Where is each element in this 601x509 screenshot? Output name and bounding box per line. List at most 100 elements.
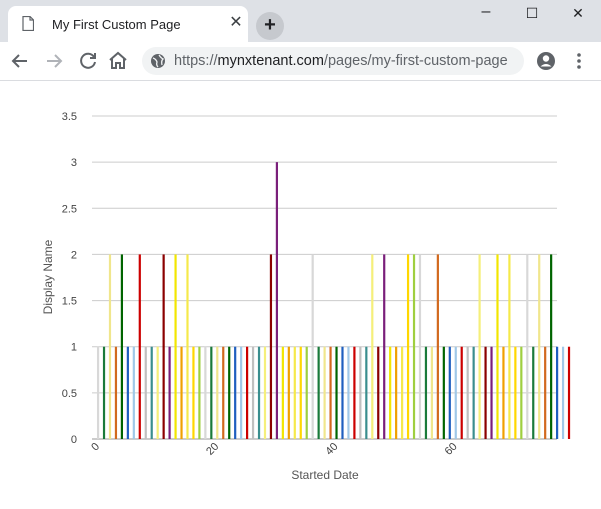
minimize-button[interactable]: – <box>463 0 509 28</box>
bar <box>383 254 386 439</box>
close-window-button[interactable]: ✕ <box>555 0 601 28</box>
bar <box>180 346 183 439</box>
bar <box>544 346 547 439</box>
tab-title: My First Custom Page <box>52 17 181 32</box>
bar <box>293 346 296 439</box>
bar <box>377 346 380 439</box>
reload-icon[interactable] <box>76 49 100 73</box>
bar <box>556 346 559 439</box>
tab-close-icon[interactable]: ✕ <box>228 15 244 31</box>
bar <box>442 346 445 439</box>
bar <box>561 346 565 439</box>
bar <box>329 346 332 439</box>
bar <box>550 254 553 439</box>
bar-chart: 0 0.5 1 1.5 2 2.5 3 3.5 0 20 40 60 Display Name St… <box>41 111 571 482</box>
x-tick-label: 20 <box>204 441 221 458</box>
url-prefix: https:// <box>174 53 218 69</box>
bar <box>371 254 374 439</box>
bar <box>96 346 100 439</box>
bar <box>126 346 129 439</box>
y-axis-label: Display Name <box>41 239 55 314</box>
new-tab-button[interactable]: + <box>256 12 284 40</box>
bar <box>520 346 523 439</box>
bar <box>401 346 404 439</box>
y-tick-label: 1.5 <box>62 296 77 308</box>
bar <box>162 254 165 439</box>
address-bar[interactable]: https://mynxtenant.com/pages/my-first-cu… <box>142 47 524 75</box>
bar <box>222 346 225 439</box>
profile-icon[interactable] <box>536 51 556 71</box>
page-content: 0 0.5 1 1.5 2 2.5 3 3.5 0 20 40 60 Display Name St… <box>0 81 601 504</box>
bar <box>108 254 112 439</box>
bar <box>132 346 135 439</box>
bar <box>234 346 237 439</box>
bar <box>490 346 493 439</box>
x-axis-label: Started Date <box>291 468 359 482</box>
bar <box>430 346 434 439</box>
bar <box>359 346 362 439</box>
bar <box>406 254 410 439</box>
browser-toolbar: https://mynxtenant.com/pages/my-first-cu… <box>0 42 601 81</box>
bar <box>514 346 517 439</box>
bar <box>311 254 314 439</box>
bar <box>102 346 106 439</box>
bar <box>275 162 279 439</box>
bar <box>502 346 505 439</box>
bar <box>317 346 320 439</box>
bar <box>478 254 481 439</box>
bar <box>454 346 457 439</box>
maximize-button[interactable]: ☐ <box>509 0 555 28</box>
bar <box>263 346 267 439</box>
bar <box>204 346 207 439</box>
bar <box>114 346 118 439</box>
bar <box>532 346 535 439</box>
bar <box>305 346 308 439</box>
bar <box>424 346 428 439</box>
bar <box>412 254 416 439</box>
tab-strip: My First Custom Page ✕ + – ☐ ✕ <box>0 0 601 42</box>
bar <box>347 346 350 439</box>
y-tick-label: 2 <box>71 249 77 261</box>
bar <box>538 254 541 439</box>
y-tick-label: 3.5 <box>62 111 77 123</box>
x-tick-label: 40 <box>323 441 340 458</box>
bar <box>472 346 475 439</box>
url-host: mynxtenant.com <box>217 53 324 69</box>
page-icon <box>22 16 34 31</box>
bar <box>216 346 219 439</box>
bar <box>120 254 124 439</box>
bar <box>389 346 392 439</box>
bar <box>174 254 177 439</box>
bar <box>448 346 451 439</box>
bar <box>567 346 571 439</box>
bar <box>299 346 302 439</box>
url-path: /pages/my-first-custom-page <box>323 53 508 69</box>
y-tick-label: 0.5 <box>62 388 77 400</box>
bar <box>287 346 290 439</box>
bar <box>466 346 469 439</box>
globe-icon <box>151 54 165 68</box>
bar <box>228 346 231 439</box>
bar <box>210 346 213 439</box>
bar <box>484 346 487 439</box>
bar <box>508 254 511 439</box>
home-icon[interactable] <box>106 49 130 73</box>
bar <box>341 346 344 439</box>
back-icon[interactable] <box>8 49 32 73</box>
x-tick-label: 60 <box>443 441 460 458</box>
bar <box>353 346 356 439</box>
bar <box>365 346 368 439</box>
y-tick-label: 3 <box>71 157 77 169</box>
bar <box>281 346 284 439</box>
bar <box>156 346 159 439</box>
url-text: https://mynxtenant.com/pages/my-first-cu… <box>174 53 508 69</box>
y-tick-labels: 0 0.5 1 1.5 2 2.5 3 3.5 <box>62 111 77 446</box>
bar <box>395 346 398 439</box>
bar <box>460 346 463 439</box>
browser-tab[interactable]: My First Custom Page ✕ <box>8 6 248 42</box>
bar <box>496 254 499 439</box>
kebab-menu-icon[interactable] <box>573 51 585 71</box>
bar <box>198 346 201 439</box>
forward-icon[interactable] <box>42 49 66 73</box>
bar <box>323 346 326 439</box>
